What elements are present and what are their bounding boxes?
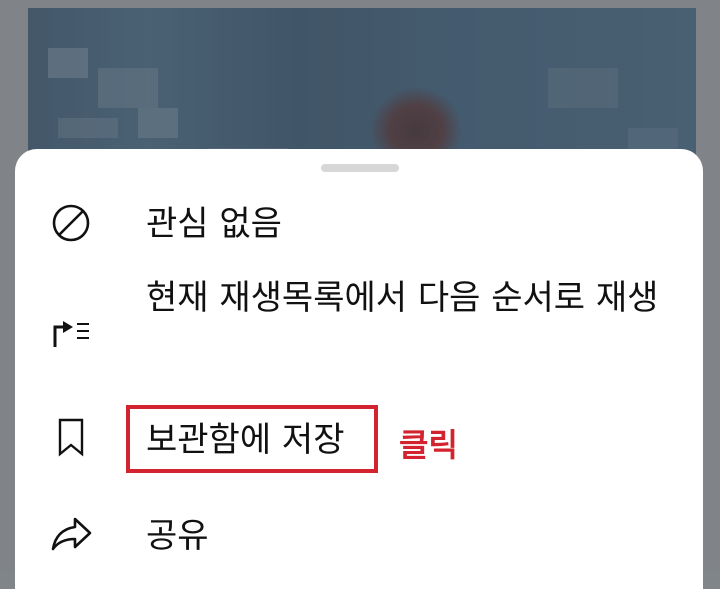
bookmark-icon xyxy=(49,415,93,459)
menu-item-label: 현재 재생목록에서 다음 순서로 재생 xyxy=(146,278,659,318)
not-interested-icon xyxy=(49,201,93,245)
menu-item-label: 공유 xyxy=(146,516,209,556)
play-next-in-queue-icon xyxy=(49,309,93,353)
bottom-sheet-menu: 관심 없음 현재 재생목록에서 다음 순서로 재생 보관함에 저장 공유 xyxy=(15,149,703,589)
menu-item-not-interested[interactable]: 관심 없음 xyxy=(15,189,703,259)
menu-item-play-next[interactable]: 현재 재생목록에서 다음 순서로 재생 xyxy=(15,265,703,397)
menu-item-share[interactable]: 공유 xyxy=(15,501,703,571)
drag-handle[interactable] xyxy=(321,164,399,172)
share-icon xyxy=(49,511,93,555)
menu-item-label: 관심 없음 xyxy=(146,204,282,244)
click-highlight-box xyxy=(126,405,378,473)
click-annotation: 클릭 xyxy=(399,426,458,464)
